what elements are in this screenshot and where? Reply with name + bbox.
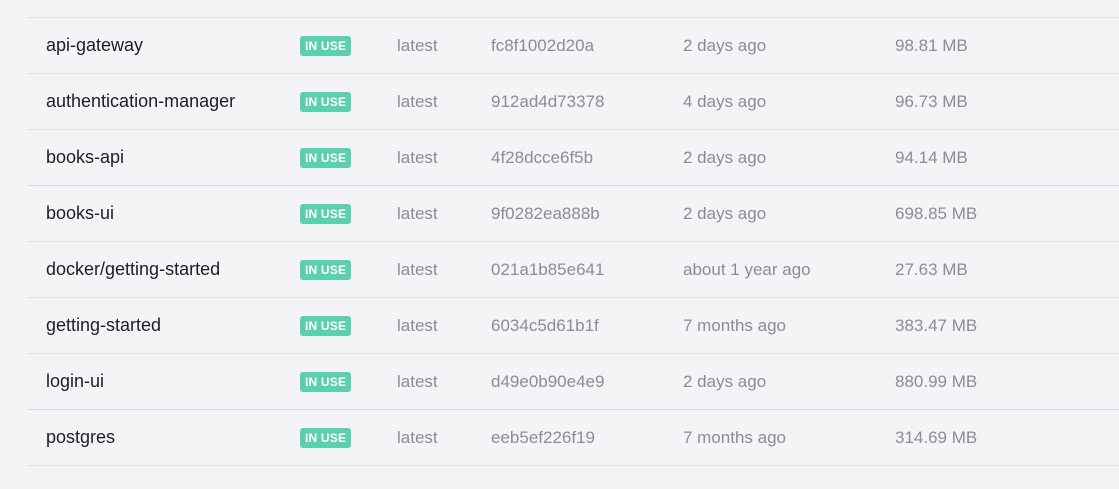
- image-tag: latest: [397, 36, 438, 55]
- image-name: authentication-manager: [46, 91, 236, 111]
- status-badge-wrap: IN USE: [300, 186, 352, 241]
- image-id: 021a1b85e641: [491, 260, 605, 279]
- image-name: login-ui: [46, 371, 105, 391]
- in-use-badge: IN USE: [300, 203, 352, 224]
- image-tag: latest: [397, 92, 438, 111]
- image-size: 314.69 MB: [895, 428, 978, 447]
- image-created: 2 days ago: [683, 148, 767, 167]
- image-size: 96.73 MB: [895, 92, 968, 111]
- image-created: 7 months ago: [683, 316, 787, 335]
- image-size: 698.85 MB: [895, 204, 978, 223]
- status-badge-wrap: IN USE: [300, 242, 352, 297]
- image-row-api-gateway[interactable]: api-gateway IN USE latest fc8f1002d20a 2…: [27, 18, 1119, 74]
- image-id: eeb5ef226f19: [491, 428, 595, 447]
- image-created: about 1 year ago: [683, 260, 811, 279]
- image-name: docker/getting-started: [46, 259, 221, 279]
- image-tag: latest: [397, 148, 438, 167]
- image-tag: latest: [397, 428, 438, 447]
- image-row-authentication-manager[interactable]: authentication-manager IN USE latest 912…: [27, 74, 1119, 130]
- status-badge-wrap: IN USE: [300, 354, 352, 409]
- image-name: getting-started: [46, 315, 162, 335]
- image-size: 98.81 MB: [895, 36, 968, 55]
- in-use-badge: IN USE: [300, 371, 352, 392]
- in-use-badge: IN USE: [300, 315, 352, 336]
- image-name: api-gateway: [46, 35, 144, 55]
- image-row-books-api[interactable]: books-api IN USE latest 4f28dcce6f5b 2 d…: [27, 130, 1119, 186]
- image-tag: latest: [397, 316, 438, 335]
- image-created: 7 months ago: [683, 428, 787, 447]
- status-badge-wrap: IN USE: [300, 18, 352, 73]
- image-row-getting-started[interactable]: getting-started IN USE latest 6034c5d61b…: [27, 298, 1119, 354]
- image-id: fc8f1002d20a: [491, 36, 595, 55]
- image-tag: latest: [397, 372, 438, 391]
- image-created: 2 days ago: [683, 204, 767, 223]
- status-badge-wrap: IN USE: [300, 130, 352, 185]
- status-badge-wrap: IN USE: [300, 298, 352, 353]
- image-size: 880.99 MB: [895, 372, 978, 391]
- image-id: 4f28dcce6f5b: [491, 148, 594, 167]
- image-id: d49e0b90e4e9: [491, 372, 605, 391]
- image-name: books-ui: [46, 203, 115, 223]
- in-use-badge: IN USE: [300, 259, 352, 280]
- image-id: 9f0282ea888b: [491, 204, 600, 223]
- in-use-badge: IN USE: [300, 35, 352, 56]
- in-use-badge: IN USE: [300, 147, 352, 168]
- image-row-docker-getting-started[interactable]: docker/getting-started IN USE latest 021…: [27, 242, 1119, 298]
- image-size: 94.14 MB: [895, 148, 968, 167]
- images-table: api-gateway IN USE latest fc8f1002d20a 2…: [27, 17, 1119, 466]
- image-row-login-ui[interactable]: login-ui IN USE latest d49e0b90e4e9 2 da…: [27, 354, 1119, 410]
- image-tag: latest: [397, 204, 438, 223]
- image-name: books-api: [46, 147, 125, 167]
- image-created: 2 days ago: [683, 372, 767, 391]
- image-created: 4 days ago: [683, 92, 767, 111]
- image-created: 2 days ago: [683, 36, 767, 55]
- image-tag: latest: [397, 260, 438, 279]
- image-id: 912ad4d73378: [491, 92, 605, 111]
- image-size: 383.47 MB: [895, 316, 978, 335]
- image-name: postgres: [46, 427, 116, 447]
- in-use-badge: IN USE: [300, 91, 352, 112]
- in-use-badge: IN USE: [300, 427, 352, 448]
- status-badge-wrap: IN USE: [300, 410, 352, 465]
- image-row-books-ui[interactable]: books-ui IN USE latest 9f0282ea888b 2 da…: [27, 186, 1119, 242]
- image-size: 27.63 MB: [895, 260, 968, 279]
- image-id: 6034c5d61b1f: [491, 316, 599, 335]
- image-row-postgres[interactable]: postgres IN USE latest eeb5ef226f19 7 mo…: [27, 410, 1119, 466]
- status-badge-wrap: IN USE: [300, 74, 352, 129]
